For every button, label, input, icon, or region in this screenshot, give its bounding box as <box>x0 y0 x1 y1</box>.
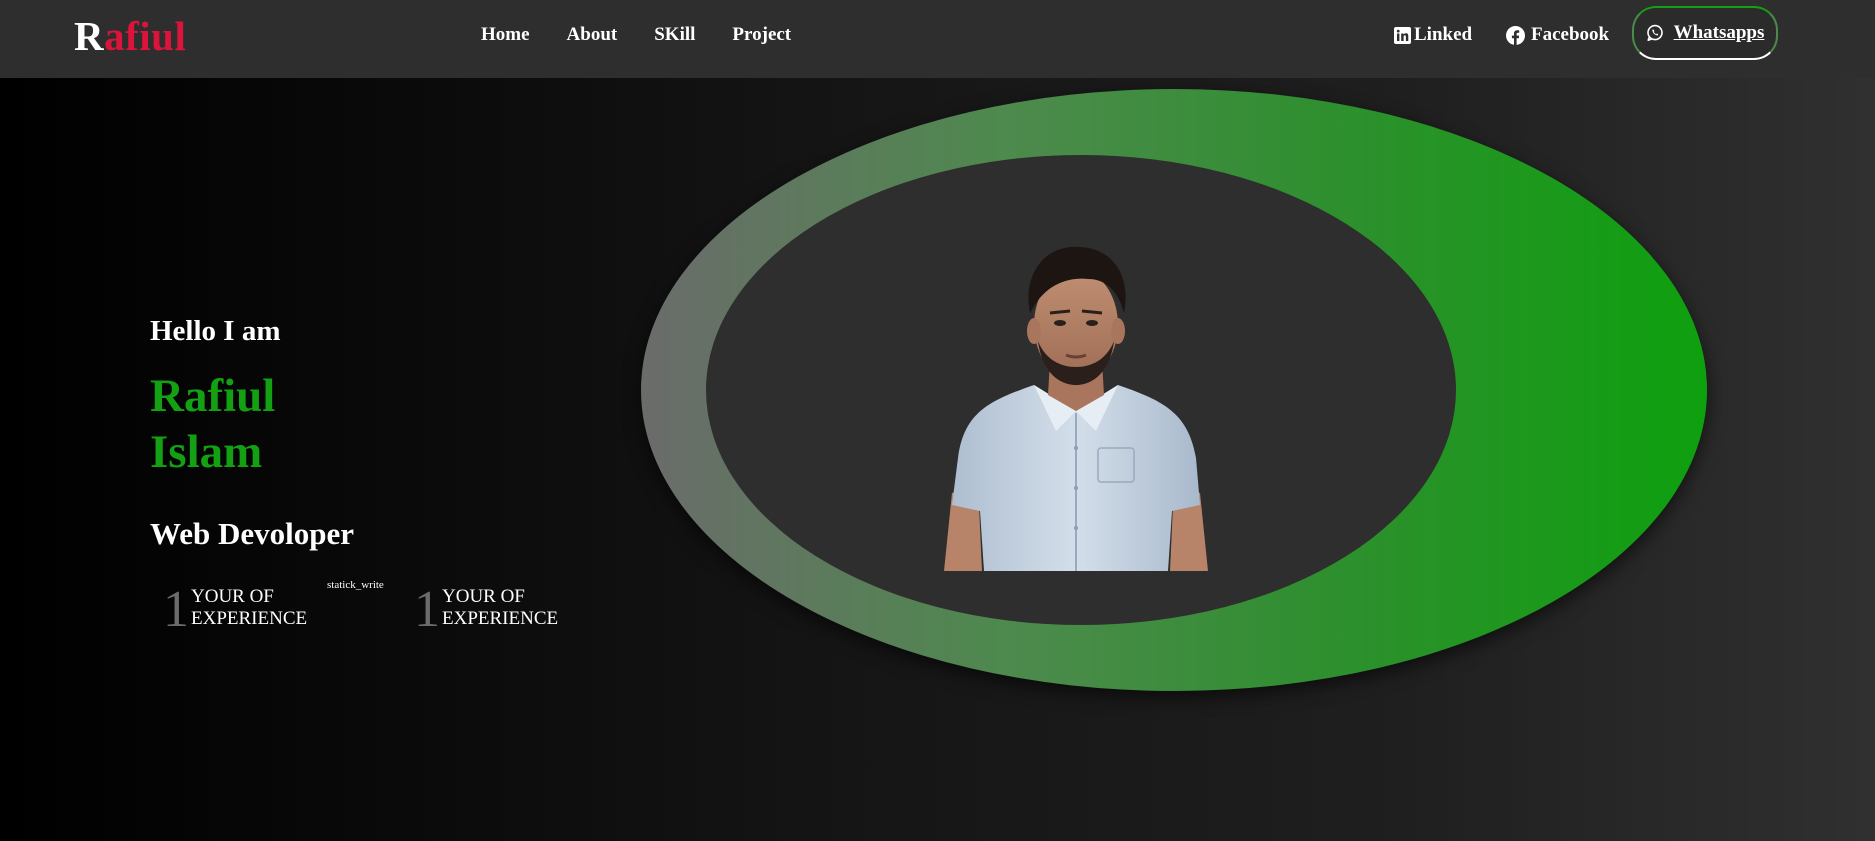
nav-skill-link[interactable]: SKill <box>654 22 695 48</box>
experience-label: YOUR OF EXPERIENCE <box>191 586 307 630</box>
broken-image-alt-text: statick_write <box>327 579 384 591</box>
hero-name: Rafiul Islam <box>150 368 450 480</box>
logo-first-letter: R <box>74 13 105 59</box>
logo-rest: afiul <box>104 13 187 59</box>
experience-number: 1 <box>163 581 189 638</box>
logo[interactable]: Rafiul <box>74 12 186 60</box>
navbar: Rafiul Home About SKill Project Linked F… <box>0 0 1875 78</box>
nav-project-link[interactable]: Project <box>732 22 791 48</box>
facebook-label: Facebook <box>1531 24 1610 45</box>
nav-home-link[interactable]: Home <box>481 22 530 48</box>
linkedin-label: Linked <box>1414 24 1473 45</box>
experience-label-line2: EXPERIENCE <box>191 608 308 629</box>
hero-first-name: Rafiul <box>150 370 276 422</box>
page: Rafiul Home About SKill Project Linked F… <box>0 0 1875 841</box>
experience-stat: 1 YOUR OF EXPERIENCE <box>163 580 307 636</box>
whatsapp-icon <box>1646 24 1663 41</box>
whatsapp-label: Whatsapps <box>1673 22 1765 43</box>
experience-stat: 1 YOUR OF EXPERIENCE <box>414 580 558 636</box>
profile-photo <box>944 246 1208 571</box>
hero-role: Web Devoloper <box>150 516 355 551</box>
experience-label-line1: YOUR OF <box>442 586 525 607</box>
facebook-icon <box>1506 25 1525 45</box>
linkedin-icon <box>1394 26 1411 44</box>
experience-label-line1: YOUR OF <box>191 586 274 607</box>
experience-label-line2: EXPERIENCE <box>442 608 559 629</box>
hero-last-name: Islam <box>150 426 263 478</box>
linkedin-link[interactable]: Linked <box>1394 22 1472 48</box>
hero-greeting: Hello I am <box>150 315 281 347</box>
experience-label: YOUR OF EXPERIENCE <box>442 586 558 630</box>
facebook-link[interactable]: Facebook <box>1506 22 1609 48</box>
nav-about-link[interactable]: About <box>567 22 618 48</box>
whatsapp-button[interactable]: Whatsapps <box>1632 6 1778 60</box>
nav-links: Home About SKill Project <box>481 22 791 48</box>
experience-number: 1 <box>414 581 440 638</box>
